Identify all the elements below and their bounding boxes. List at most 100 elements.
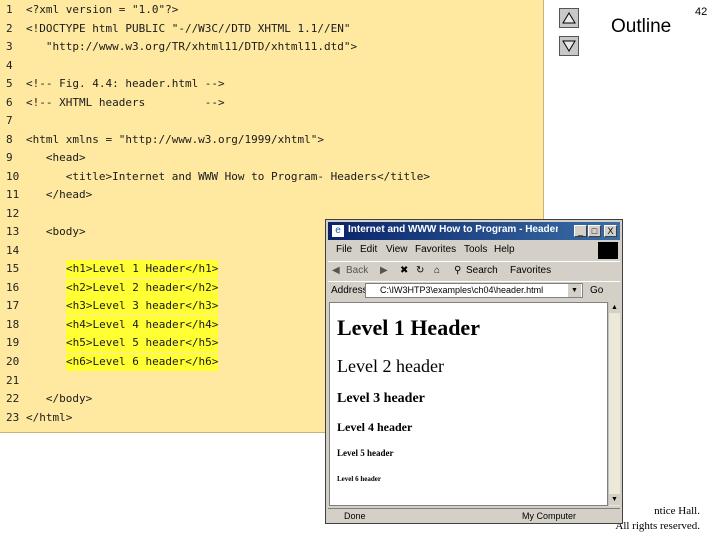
line-number: 16 bbox=[6, 281, 20, 294]
code-text: <?xml version = "1.0"?> bbox=[26, 3, 179, 16]
line-number: 9 bbox=[6, 151, 13, 164]
next-slide-button[interactable] bbox=[559, 36, 579, 56]
address-input[interactable]: C:\IW3HTP3\examples\ch04\header.html bbox=[365, 283, 583, 298]
code-text: <h5>Level 5 header</h5> bbox=[66, 334, 219, 352]
code-line: 5 <!-- Fig. 4.4: header.html --> bbox=[0, 75, 544, 93]
line-number: 5 bbox=[6, 77, 13, 90]
code-text: <head> bbox=[26, 151, 86, 164]
scroll-down-icon[interactable]: ▼ bbox=[609, 494, 620, 505]
chevron-down-icon[interactable]: ▼ bbox=[568, 284, 581, 297]
code-text: </head> bbox=[26, 188, 93, 201]
code-text: <h2>Level 2 header</h2> bbox=[66, 279, 219, 297]
menu-help[interactable]: Help bbox=[494, 244, 515, 255]
windows-logo-icon bbox=[598, 242, 618, 259]
code-text: <body> bbox=[26, 225, 86, 238]
status-text: Done bbox=[344, 511, 366, 521]
favorites-button[interactable]: Favorites bbox=[510, 265, 551, 276]
heading-level-1: Level 1 Header bbox=[337, 315, 480, 340]
address-label: Address bbox=[331, 285, 368, 296]
maximize-button[interactable]: □ bbox=[588, 225, 601, 237]
code-text: <h6>Level 6 header</h6> bbox=[66, 353, 219, 371]
menu-file[interactable]: File bbox=[336, 244, 352, 255]
browser-window: e Internet and WWW How to Program - Head… bbox=[325, 219, 623, 524]
code-text: <!-- Fig. 4.4: header.html --> bbox=[26, 77, 225, 90]
triangle-down-icon bbox=[562, 40, 576, 52]
code-text: </html> bbox=[26, 411, 73, 424]
close-button[interactable]: X bbox=[604, 225, 617, 237]
go-button[interactable]: Go bbox=[590, 285, 603, 296]
previous-slide-button[interactable] bbox=[559, 8, 579, 28]
status-bar: Done My Computer bbox=[328, 508, 620, 523]
code-text: <html xmlns = "http://www.w3.org/1999/xh… bbox=[26, 133, 325, 146]
back-button[interactable]: Back bbox=[346, 265, 368, 276]
heading-level-3: Level 3 header bbox=[337, 391, 425, 406]
code-text: <h4>Level 4 header</h4> bbox=[66, 316, 219, 334]
menu-bar: File Edit View Favorites Tools Help bbox=[328, 242, 620, 259]
line-number: 13 bbox=[6, 225, 20, 238]
code-line: 2 <!DOCTYPE html PUBLIC "-//W3C//DTD XHTM… bbox=[0, 20, 544, 38]
code-line: 3 "http://www.w3.org/TR/xhtml11/DTD/xhtm… bbox=[0, 38, 544, 56]
code-line: 9 <head> bbox=[0, 149, 544, 167]
minimize-button[interactable]: _ bbox=[574, 225, 587, 237]
triangle-up-icon bbox=[562, 12, 576, 24]
code-text: <h3>Level 3 header</h3> bbox=[66, 297, 219, 315]
line-number: 10 bbox=[6, 170, 20, 183]
code-text: <!-- XHTML headers --> bbox=[26, 96, 225, 109]
code-line: 6 <!-- XHTML headers --> bbox=[0, 94, 544, 112]
heading-level-4: Level 4 header bbox=[337, 420, 413, 434]
line-number: 11 bbox=[6, 188, 20, 201]
line-number: 12 bbox=[6, 207, 20, 220]
menu-favorites[interactable]: Favorites bbox=[415, 244, 456, 255]
code-line: 1 <?xml version = "1.0"?> bbox=[0, 1, 544, 19]
line-number: 18 bbox=[6, 318, 20, 331]
line-number: 15 bbox=[6, 262, 20, 275]
code-text: <!DOCTYPE html PUBLIC "-//W3C//DTD XHTML… bbox=[26, 22, 351, 35]
browser-titlebar: e Internet and WWW How to Program - Head… bbox=[328, 222, 620, 240]
refresh-icon[interactable]: ↻ bbox=[416, 265, 424, 276]
menu-view[interactable]: View bbox=[386, 244, 408, 255]
outline-title: Outline bbox=[611, 16, 672, 37]
menu-tools[interactable]: Tools bbox=[464, 244, 487, 255]
code-text: </body> bbox=[26, 392, 93, 405]
ie-icon: e bbox=[332, 225, 344, 237]
line-number: 22 bbox=[6, 392, 20, 405]
code-text: "http://www.w3.org/TR/xhtml11/DTD/xhtml1… bbox=[26, 40, 358, 53]
stop-icon[interactable]: ✖ bbox=[400, 265, 408, 276]
forward-arrow-icon[interactable]: ▶ bbox=[380, 265, 388, 276]
code-text: <h1>Level 1 Header</h1> bbox=[66, 260, 219, 278]
address-bar: Address C:\IW3HTP3\examples\ch04\header.… bbox=[328, 281, 620, 301]
browser-toolbar: ◀ Back ▶ ✖ ↻ ⌂ ⚲ Search Favorites bbox=[328, 261, 620, 281]
page-number: 42 bbox=[695, 6, 708, 18]
heading-level-2: Level 2 header bbox=[337, 356, 444, 376]
heading-level-6: Level 6 header bbox=[337, 475, 381, 483]
line-number: 23 bbox=[6, 411, 20, 424]
line-number: 4 bbox=[6, 59, 13, 72]
line-number: 1 bbox=[6, 3, 13, 16]
line-number: 3 bbox=[6, 40, 13, 53]
line-number: 2 bbox=[6, 22, 13, 35]
home-icon[interactable]: ⌂ bbox=[434, 265, 440, 276]
line-number: 14 bbox=[6, 244, 20, 257]
code-text: <title>Internet and WWW How to Program- … bbox=[26, 170, 430, 183]
heading-level-5: Level 5 header bbox=[337, 448, 394, 458]
line-number: 8 bbox=[6, 133, 13, 146]
vertical-scrollbar[interactable]: ▲ ▼ bbox=[608, 302, 620, 506]
back-arrow-icon[interactable]: ◀ bbox=[332, 265, 340, 276]
scroll-up-icon[interactable]: ▲ bbox=[609, 302, 620, 313]
line-number: 20 bbox=[6, 355, 20, 368]
line-number: 6 bbox=[6, 96, 13, 109]
code-line: 11 </head> bbox=[0, 186, 544, 204]
code-line: 7 bbox=[0, 112, 544, 130]
line-number: 19 bbox=[6, 336, 20, 349]
code-line: 10 <title>Internet and WWW How to Progra… bbox=[0, 168, 544, 186]
page-viewport: Level 1 Header Level 2 header Level 3 he… bbox=[329, 302, 608, 506]
line-number: 7 bbox=[6, 114, 13, 127]
line-number: 21 bbox=[6, 374, 20, 387]
search-icon[interactable]: ⚲ bbox=[454, 265, 461, 276]
browser-title: Internet and WWW How to Program - Header… bbox=[348, 224, 558, 235]
code-line: 4 bbox=[0, 57, 544, 75]
menu-edit[interactable]: Edit bbox=[360, 244, 377, 255]
search-button[interactable]: Search bbox=[466, 265, 498, 276]
line-number: 17 bbox=[6, 299, 20, 312]
code-line: 8 <html xmlns = "http://www.w3.org/1999/x… bbox=[0, 131, 544, 149]
